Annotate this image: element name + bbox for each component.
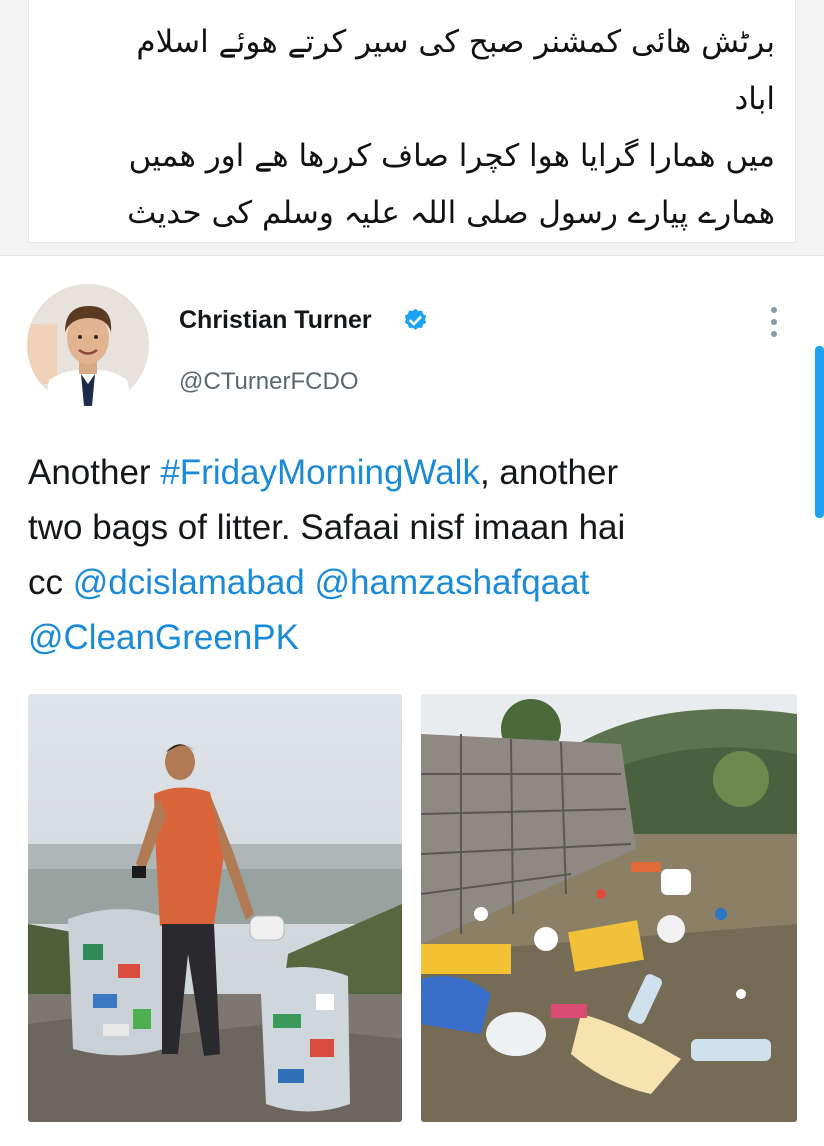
caption-line: برٹش ھائی کمشنر صبح کی سیر کرتے ھوئے اسل… [136, 24, 775, 117]
more-vertical-icon[interactable] [762, 304, 786, 340]
tweet-line-4: @CleanGreenPK [28, 610, 798, 665]
tweet-text-segment [305, 563, 315, 602]
tweet-text-segment: cc [28, 563, 73, 602]
tweet-line-1: Another #FridayMorningWalk, another [28, 445, 798, 500]
hashtag-link[interactable]: #FridayMorningWalk [160, 453, 480, 492]
man-with-litter-bags-photo[interactable] [28, 694, 402, 1122]
verified-badge-icon [404, 308, 427, 330]
tweet-line-3: cc @dcislamabad @hamzashafqaat [28, 555, 798, 610]
tweet-text-segment: Another [28, 453, 161, 492]
mention-link[interactable]: @dcislamabad [73, 563, 305, 602]
scrollbar-thumb[interactable] [815, 346, 824, 518]
caption-line: ھمارے پیارے رسول صلی اللہ علیہ وسلم کی ح… [127, 195, 775, 231]
mention-link[interactable]: @CleanGreenPK [28, 618, 299, 657]
avatar-image [27, 284, 149, 406]
tweet-text-segment: , another [479, 453, 619, 492]
tweet-line-2: two bags of litter. Safaai nisf imaan ha… [28, 508, 626, 547]
author-name[interactable]: Christian Turner [179, 306, 372, 335]
mention-link[interactable]: @hamzashafqaat [315, 563, 590, 602]
tweet-text: Another #FridayMorningWalk, another two … [28, 445, 798, 665]
caption-panel: برٹش ھائی کمشنر صبح کی سیر کرتے ھوئے اسل… [28, 0, 796, 288]
litter-on-hilltop-photo[interactable] [421, 694, 797, 1122]
author-avatar[interactable] [27, 284, 149, 406]
author-handle[interactable]: @CTurnerFCDO [179, 368, 358, 396]
caption-line: میں ھمارا گرایا ھوا کچرا صاف کررھا ھے او… [128, 138, 775, 174]
tweet-card: Christian Turner @CTurnerFCDO Another #F… [0, 255, 824, 1146]
